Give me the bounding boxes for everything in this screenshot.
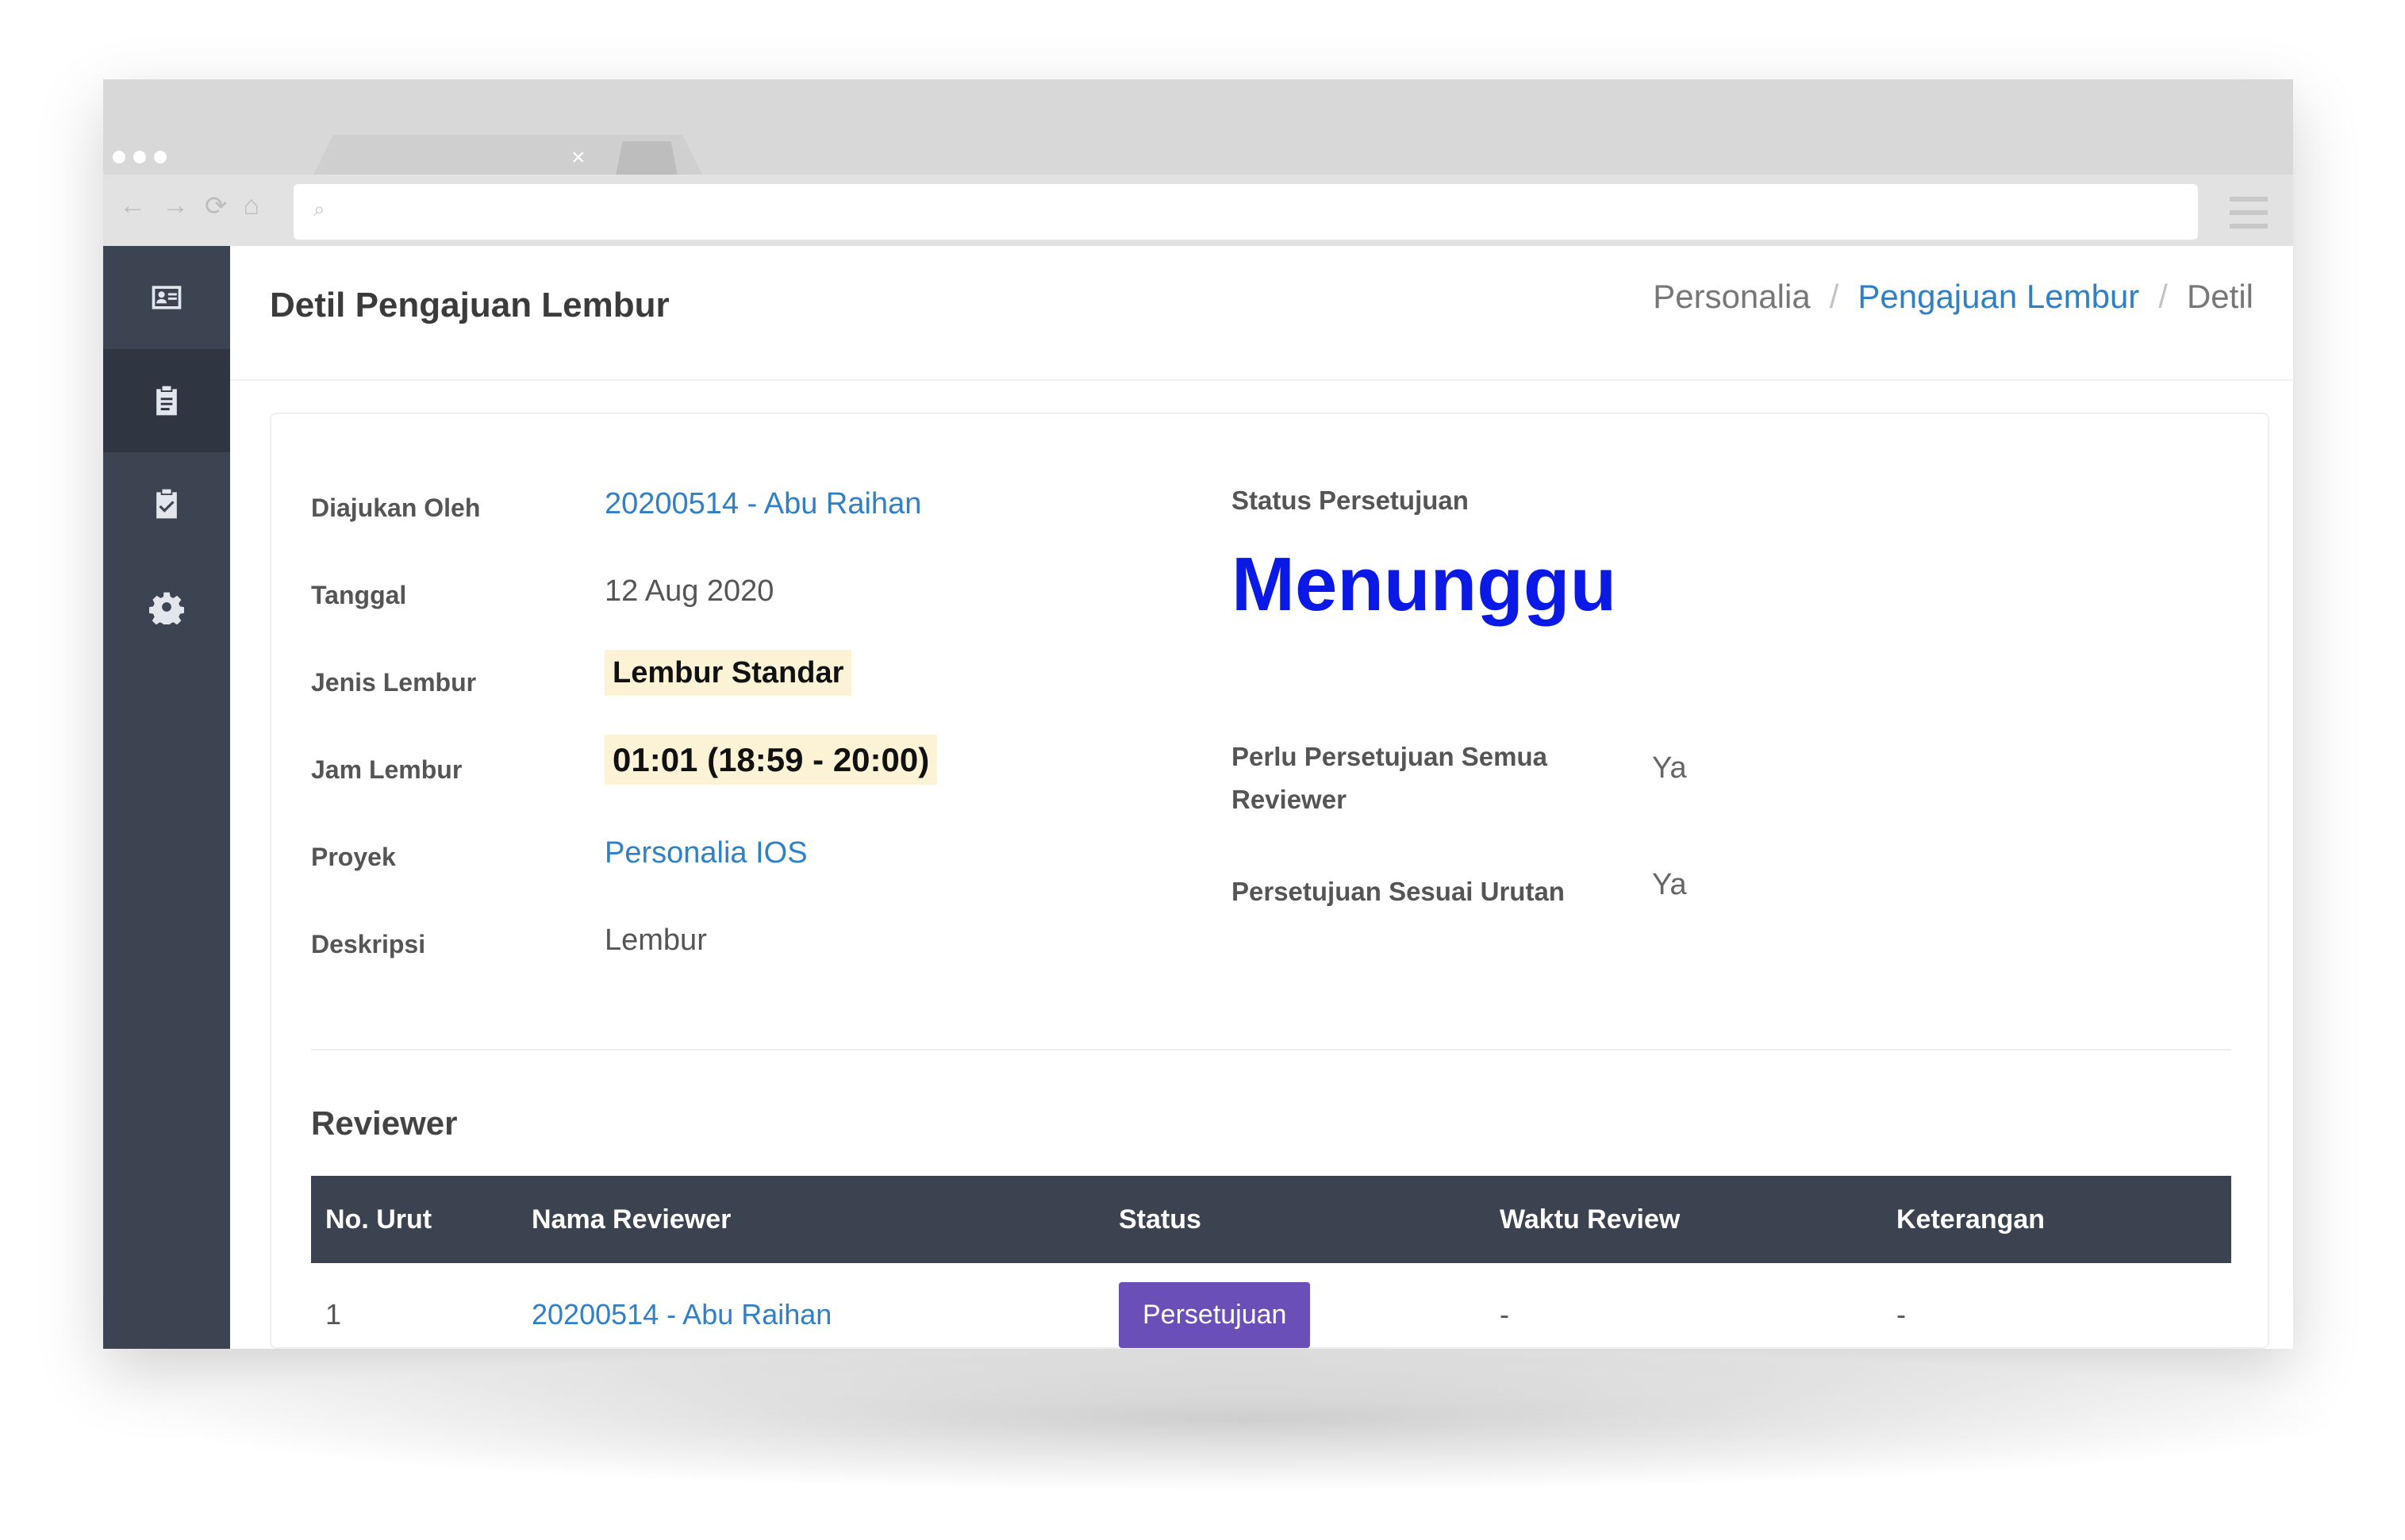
reload-icon[interactable]: ⟳ [205, 190, 228, 222]
jam-lembur-badge: 01:01 (18:59 - 20:00) [605, 735, 938, 785]
sidebar-item-settings[interactable] [103, 555, 230, 659]
perlu-persetujuan-label: Perlu Persetujuan Semua Reviewer [1231, 742, 1547, 814]
column-header-keterangan[interactable]: Keterangan [1882, 1204, 2231, 1235]
new-tab-button[interactable] [615, 141, 678, 179]
forward-icon[interactable]: → [162, 190, 189, 222]
deskripsi-value: Lembur [605, 924, 707, 957]
main-content: Detil Pengajuan Lembur Personalia / Peng… [230, 246, 2293, 1349]
breadcrumb-detil: Detil [2186, 278, 2253, 315]
column-header-no-urut[interactable]: No. Urut [311, 1204, 517, 1235]
jenis-lembur-label: Jenis Lembur [311, 668, 477, 697]
breadcrumb-separator: / [1829, 278, 1839, 315]
column-header-status[interactable]: Status [1105, 1204, 1485, 1235]
browser-nav: ← → ⟳ ⌂ [119, 190, 259, 222]
cell-reviewer-link[interactable]: 20200514 - Abu Raihan [517, 1298, 1105, 1331]
status-persetujuan-value: Menunggu [1231, 542, 1617, 627]
diajukan-oleh-label: Diajukan Oleh [311, 493, 481, 522]
home-icon[interactable]: ⌂ [244, 190, 260, 222]
column-header-nama-reviewer[interactable]: Nama Reviewer [517, 1204, 1105, 1235]
window-dot-minimize[interactable] [133, 151, 146, 163]
tab-bar: × [103, 79, 2293, 182]
search-icon: ⌕ [313, 197, 325, 221]
hamburger-menu-icon[interactable] [2230, 197, 2268, 229]
persetujuan-button[interactable]: Persetujuan [1119, 1281, 1311, 1348]
table-row: 1 20200514 - Abu Raihan Persetujuan - - [311, 1263, 2231, 1349]
column-header-waktu-review[interactable]: Waktu Review [1485, 1204, 1882, 1235]
breadcrumb: Personalia / Pengajuan Lembur / Detil [1653, 278, 2253, 316]
breadcrumb-pengajuan-lembur[interactable]: Pengajuan Lembur [1858, 278, 2139, 316]
tanggal-value: 12 Aug 2020 [605, 574, 774, 608]
window-controls[interactable] [113, 151, 167, 163]
jenis-lembur-value: Lembur Standar [605, 650, 852, 696]
sesuai-urutan-value: Ya [1652, 868, 1687, 901]
cell-waktu-review: - [1500, 1298, 1509, 1331]
cell-no-urut: 1 [325, 1298, 342, 1331]
breadcrumb-separator: / [2158, 278, 2168, 315]
browser-window: × ← → ⟳ ⌂ ⌕ Detil Pengajuan Lembur Perso… [103, 79, 2293, 1349]
reviewer-heading: Reviewer [311, 1104, 458, 1142]
jenis-lembur-badge: Lembur Standar [605, 650, 852, 696]
detail-card: Diajukan Oleh 20200514 - Abu Raihan Tang… [270, 413, 2269, 1349]
id-card-icon [152, 286, 182, 309]
window-shadow [135, 1349, 2357, 1492]
diajukan-oleh-link[interactable]: 20200514 - Abu Raihan [605, 487, 921, 521]
sidebar [103, 246, 230, 1349]
window-dot-maximize[interactable] [154, 151, 167, 163]
jam-lembur-label: Jam Lembur [311, 755, 463, 784]
tanggal-label: Tanggal [311, 581, 407, 609]
sidebar-item-overtime[interactable] [103, 349, 230, 452]
sidebar-item-profile[interactable] [103, 246, 230, 349]
cell-keterangan: - [1896, 1298, 1906, 1331]
jam-lembur-value: 01:01 (18:59 - 20:00) [605, 735, 938, 785]
gear-icon [149, 592, 184, 624]
section-divider [311, 1049, 2231, 1050]
proyek-link[interactable]: Personalia IOS [605, 836, 808, 870]
status-persetujuan-label: Status Persetujuan [1231, 486, 1469, 515]
page-header: Detil Pengajuan Lembur Personalia / Peng… [230, 246, 2293, 381]
perlu-persetujuan-value: Ya [1652, 751, 1687, 785]
page-title: Detil Pengajuan Lembur [270, 286, 670, 325]
sesuai-urutan-label: Persetujuan Sesuai Urutan [1231, 877, 1565, 906]
proyek-label: Proyek [311, 843, 396, 871]
table-header-row: No. Urut Nama Reviewer Status Waktu Revi… [311, 1176, 2231, 1263]
breadcrumb-personalia[interactable]: Personalia [1653, 278, 1810, 316]
reviewer-table: No. Urut Nama Reviewer Status Waktu Revi… [311, 1176, 2231, 1349]
sidebar-item-approval[interactable] [103, 452, 230, 555]
clipboard-check-icon [156, 489, 177, 519]
deskripsi-label: Deskripsi [311, 930, 426, 958]
window-dot-close[interactable] [113, 151, 125, 163]
back-icon[interactable]: ← [119, 190, 146, 222]
tab-close-icon[interactable]: × [571, 144, 586, 171]
address-bar[interactable] [294, 184, 2198, 240]
clipboard-icon [156, 386, 177, 416]
cell-status: Persetujuan [1105, 1281, 1485, 1348]
